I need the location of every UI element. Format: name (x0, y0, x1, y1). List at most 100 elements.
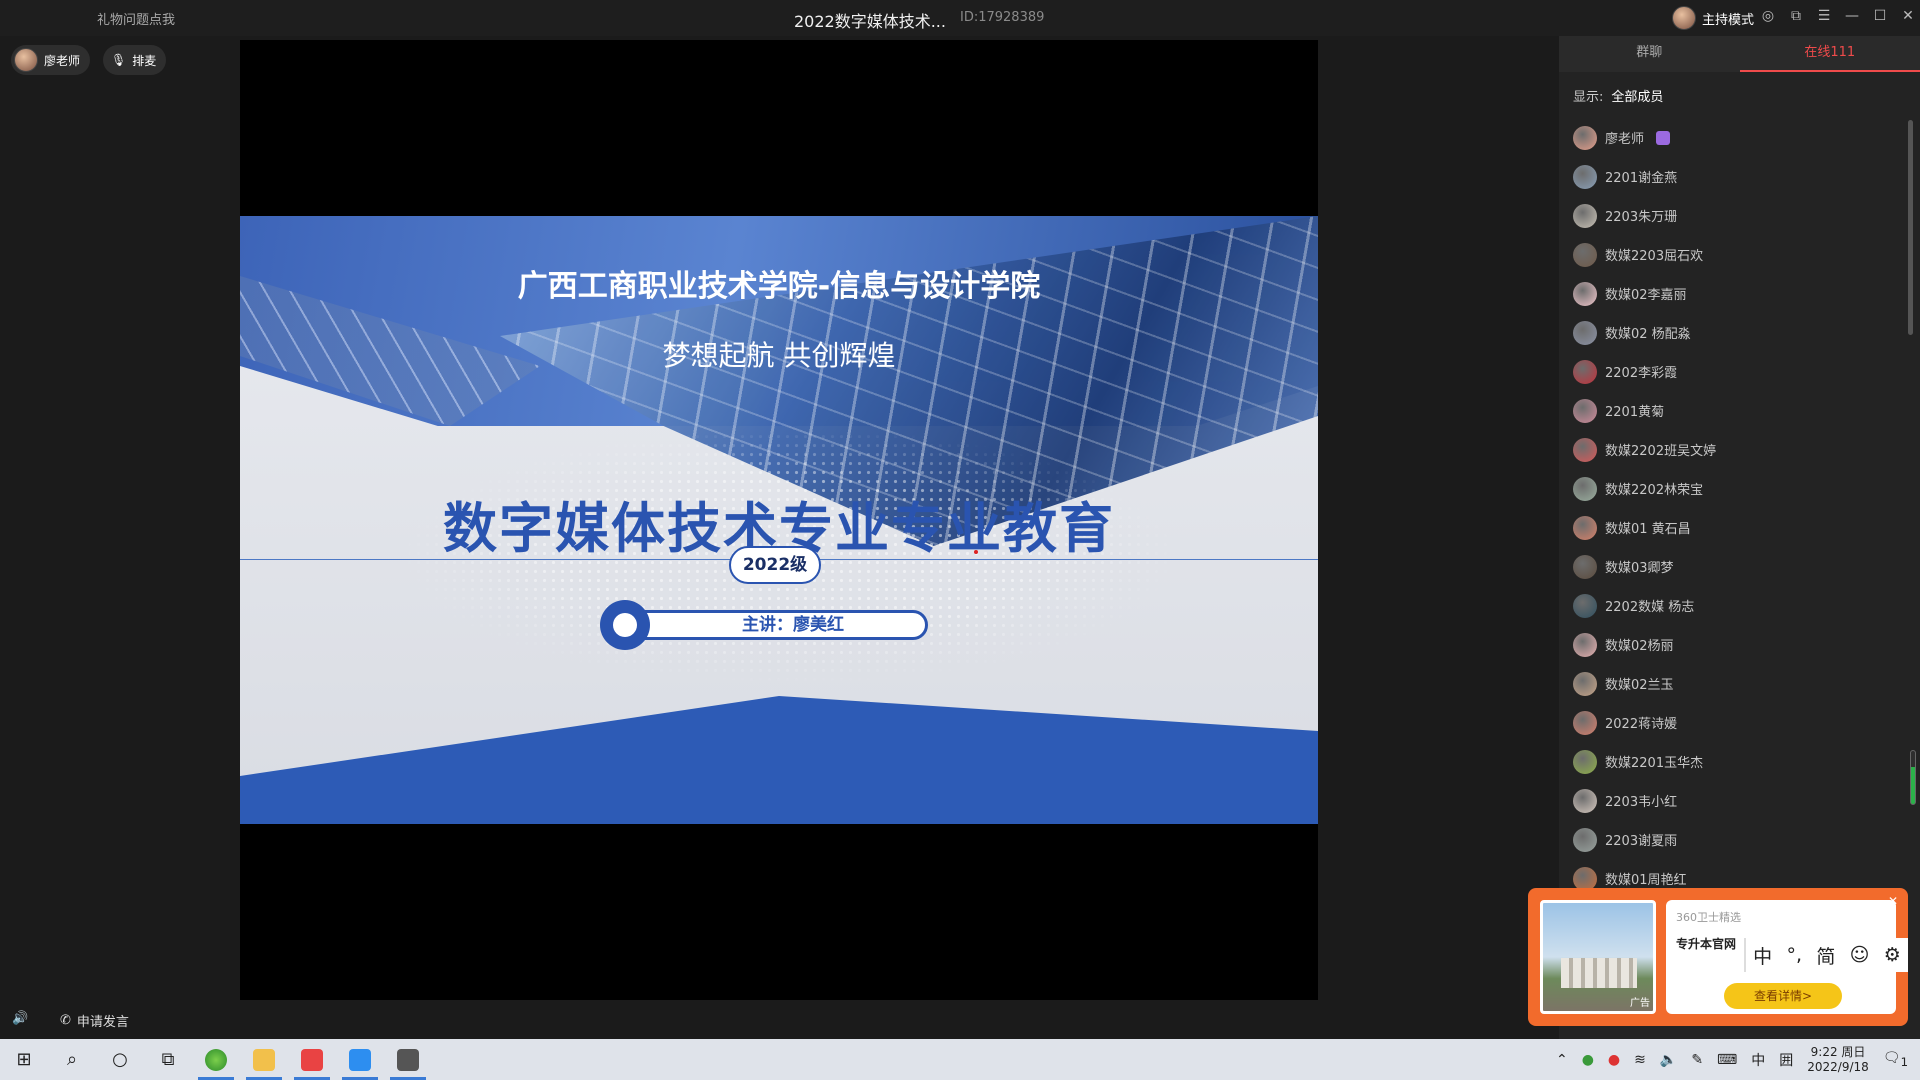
ad-close-icon[interactable]: ✕ (1888, 894, 1898, 908)
close-icon[interactable]: ✕ (1900, 8, 1916, 24)
apply-speak-button[interactable]: ✆ 申请发言 (60, 1011, 129, 1030)
tab-group-chat[interactable]: 群聊 (1559, 36, 1740, 72)
member-name: 2201黄菊 (1605, 405, 1665, 420)
clock[interactable]: 9:22 周日 2022/9/18 (1807, 1045, 1869, 1075)
cortana-icon[interactable]: ○ (96, 1039, 144, 1080)
member-name: 2203朱万珊 (1605, 210, 1678, 225)
member-row[interactable]: 2203朱万珊 (1573, 196, 1903, 235)
gear-icon (600, 600, 650, 650)
member-name: 数媒2202班吴文婷 (1605, 444, 1717, 459)
video-area: 广西工商职业技术学院-信息与设计学院 梦想起航 共创辉煌 数字媒体技术专业专业教… (240, 40, 1318, 1000)
keyboard-icon[interactable]: ⌨ (1717, 1052, 1737, 1068)
meeting-app-icon[interactable] (336, 1039, 384, 1080)
member-row[interactable]: 数媒02兰玉 (1573, 664, 1903, 703)
member-name: 数媒02 杨配淼 (1605, 327, 1691, 342)
notification-count: 1 (1900, 1054, 1908, 1069)
member-name: 数媒2202林荣宝 (1605, 483, 1704, 498)
wifi-icon[interactable]: ≋ (1634, 1052, 1646, 1068)
member-row[interactable]: 数媒2203屈石欢 (1573, 235, 1903, 274)
wps-icon[interactable] (288, 1039, 336, 1080)
member-row[interactable]: 2203谢夏雨 (1573, 820, 1903, 859)
pen-icon[interactable]: ✎ (1691, 1052, 1703, 1068)
notification-icon[interactable]: 🗨1 (1883, 1050, 1908, 1069)
member-row[interactable]: 数媒2201玉华杰 (1573, 742, 1903, 781)
ime-script[interactable]: 简 (1816, 942, 1835, 969)
ad-cta-button[interactable]: 查看详情> (1724, 983, 1842, 1009)
minimize-icon[interactable]: — (1844, 8, 1860, 24)
mic-queue-label: 排麦 (132, 53, 157, 68)
menu-icon[interactable]: ☰ (1816, 8, 1832, 24)
avatar (1573, 164, 1597, 189)
avatar (1573, 320, 1597, 345)
member-name: 数媒2201玉华杰 (1605, 756, 1704, 771)
system-tray: ⌃ ● ● ≋ 🔈 ✎ ⌨ 中 囲 9:22 周日 2022/9/18 🗨1 (1556, 1039, 1920, 1080)
ime-grid-icon[interactable]: 囲 (1779, 1050, 1793, 1070)
avatar (1573, 671, 1597, 696)
member-row[interactable]: 数媒03卿梦 (1573, 547, 1903, 586)
tray-expand-icon[interactable]: ⌃ (1556, 1052, 1568, 1068)
member-row[interactable]: 数媒02李嘉丽 (1573, 274, 1903, 313)
volume-icon[interactable]: 🔈 (1660, 1052, 1677, 1068)
ime-toolbar: 中 °, 简 ☺ ⚙ (1744, 938, 1908, 972)
slide-speaker: 主讲：廖美红 (600, 600, 960, 650)
gift-question-link[interactable]: 礼物问题点我 (97, 9, 175, 28)
tray-360-icon[interactable]: ● (1582, 1052, 1594, 1068)
laser-pointer (974, 550, 978, 554)
ad-photo[interactable]: 广告 (1540, 900, 1656, 1014)
member-row[interactable]: 数媒01 黄石昌 (1573, 508, 1903, 547)
mic-queue-button[interactable]: 🎙 排麦 (103, 45, 167, 75)
maximize-icon[interactable]: ☐ (1872, 8, 1888, 24)
task-view-icon[interactable]: ⧉ (144, 1039, 192, 1080)
browser-360-icon[interactable] (192, 1039, 240, 1080)
ad-source: 360卫士精选 (1676, 911, 1741, 924)
host-avatar (1672, 6, 1696, 30)
speaker-icon: 🔊 (12, 1011, 29, 1026)
member-row[interactable]: 数媒02 杨配淼 (1573, 313, 1903, 352)
member-row[interactable]: 2202李彩霞 (1573, 352, 1903, 391)
meeting-window: 礼物问题点我 2022数字媒体技术... ID:17928389 主持模式 ◎ … (0, 0, 1920, 1080)
popout-icon[interactable]: ⧉ (1788, 8, 1804, 24)
member-name: 2202数媒 杨志 (1605, 600, 1695, 615)
member-name: 数媒02李嘉丽 (1605, 288, 1687, 303)
slide-college: 广西工商职业技术学院-信息与设计学院 (517, 269, 1041, 304)
ime-mode[interactable]: 中 (1753, 942, 1772, 969)
file-explorer-icon[interactable] (240, 1039, 288, 1080)
member-row[interactable]: 2202数媒 杨志 (1573, 586, 1903, 625)
windows-start-icon[interactable]: ⊞ (0, 1039, 48, 1080)
member-row[interactable]: 2201谢金燕 (1573, 157, 1903, 196)
presentation-app-icon[interactable] (384, 1039, 432, 1080)
taskbar: ⊞ ⌕ ○ ⧉ ⌃ ● ● ≋ 🔈 ✎ ⌨ 中 囲 9:22 周日 2022/9… (0, 1039, 1920, 1080)
tab-online[interactable]: 在线111 (1739, 36, 1920, 72)
member-row[interactable]: 数媒2202班吴文婷 (1573, 430, 1903, 469)
member-list-scrollbar[interactable] (1908, 120, 1913, 335)
member-name: 数媒03卿梦 (1605, 561, 1674, 576)
host-mode[interactable]: 主持模式 (1672, 6, 1754, 30)
avatar (1573, 515, 1597, 540)
emoji-icon[interactable]: ☺ (1850, 944, 1870, 966)
gear-icon[interactable]: ⚙ (1884, 944, 1901, 966)
avatar (1573, 437, 1597, 462)
microphone-icon: 🎙 (111, 53, 127, 67)
tray-app-icon[interactable]: ● (1608, 1052, 1620, 1068)
member-row[interactable]: 2201黄菊 (1573, 391, 1903, 430)
member-filter[interactable]: 显示: 全部成员 (1573, 86, 1663, 105)
settings-icon[interactable]: ◎ (1760, 8, 1776, 24)
member-row[interactable]: 数媒2202林荣宝 (1573, 469, 1903, 508)
member-row[interactable]: 2203韦小红 (1573, 781, 1903, 820)
title-bar: 礼物问题点我 2022数字媒体技术... ID:17928389 主持模式 ◎ … (0, 0, 1920, 36)
avatar (1573, 710, 1597, 735)
member-row[interactable]: 2022蒋诗媛 (1573, 703, 1903, 742)
avatar (1573, 632, 1597, 657)
chevron-down-icon[interactable]: ⌄ (1868, 894, 1878, 908)
member-row[interactable]: 廖老师 (1573, 118, 1903, 157)
ime-punct[interactable]: °, (1786, 944, 1802, 966)
campus-gate-image (1561, 958, 1637, 988)
input-language[interactable]: 中 (1751, 1050, 1765, 1070)
member-row[interactable]: 数媒02杨丽 (1573, 625, 1903, 664)
ad-text: 专升本官网 (1676, 937, 1737, 951)
volume-button[interactable]: 🔊 (12, 1011, 28, 1026)
search-icon[interactable]: ⌕ (48, 1039, 96, 1080)
presenter-chip[interactable]: 廖老师 (11, 45, 91, 75)
filter-label: 显示: (1573, 90, 1604, 105)
host-mode-label: 主持模式 (1702, 12, 1755, 28)
